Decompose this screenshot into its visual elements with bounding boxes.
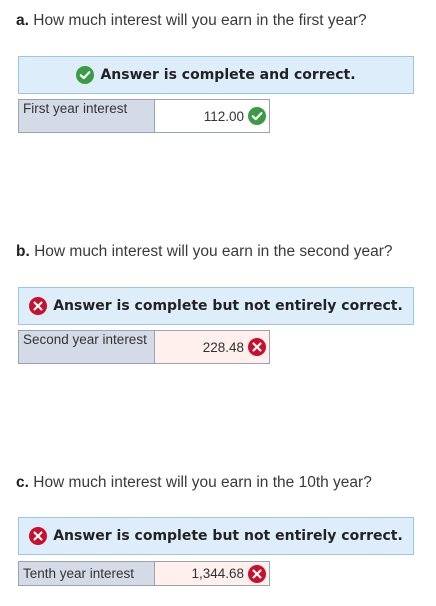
answer-row-b: Second year interest 228.48 [18, 330, 270, 364]
answer-value: 112.00 [203, 108, 244, 124]
question-c: c. How much interest will you earn in th… [16, 474, 372, 492]
answer-row-a: First year interest 112.00 [18, 99, 270, 133]
answer-field-first-year[interactable]: 112.00 [155, 99, 270, 133]
x-circle-icon [248, 338, 266, 356]
x-circle-icon [29, 297, 48, 315]
question-letter: c. [16, 474, 29, 491]
status-text: Answer is complete but not entirely corr… [53, 528, 403, 544]
answer-field-second-year[interactable]: 228.48 [155, 330, 270, 364]
status-banner-c: Answer is complete but not entirely corr… [18, 517, 414, 555]
field-label: Tenth year interest [18, 561, 155, 586]
answer-field-tenth-year[interactable]: 1,344.68 [155, 561, 270, 586]
status-banner-a: Answer is complete and correct. [18, 56, 414, 94]
x-circle-icon [248, 564, 266, 583]
status-text: Answer is complete but not entirely corr… [53, 298, 403, 314]
answer-row-c: Tenth year interest 1,344.68 [18, 561, 270, 586]
question-letter: a. [16, 12, 29, 29]
status-banner-b: Answer is complete but not entirely corr… [18, 287, 414, 325]
question-b: b. How much interest will you earn in th… [16, 243, 393, 261]
question-text: How much interest will you earn in the f… [28, 12, 367, 29]
x-circle-icon [29, 527, 48, 545]
question-a: a. How much interest will you earn in th… [16, 12, 367, 30]
answer-value: 228.48 [202, 339, 244, 355]
field-label: Second year interest [18, 330, 155, 364]
answer-value: 1,344.68 [191, 566, 244, 581]
question-text: How much interest will you earn in the s… [29, 243, 393, 260]
question-letter: b. [16, 243, 30, 260]
status-text: Answer is complete and correct. [100, 67, 356, 83]
field-label: First year interest [18, 99, 155, 133]
question-text: How much interest will you earn in the 1… [28, 474, 372, 491]
check-circle-icon [248, 107, 266, 125]
check-circle-icon [76, 66, 95, 84]
